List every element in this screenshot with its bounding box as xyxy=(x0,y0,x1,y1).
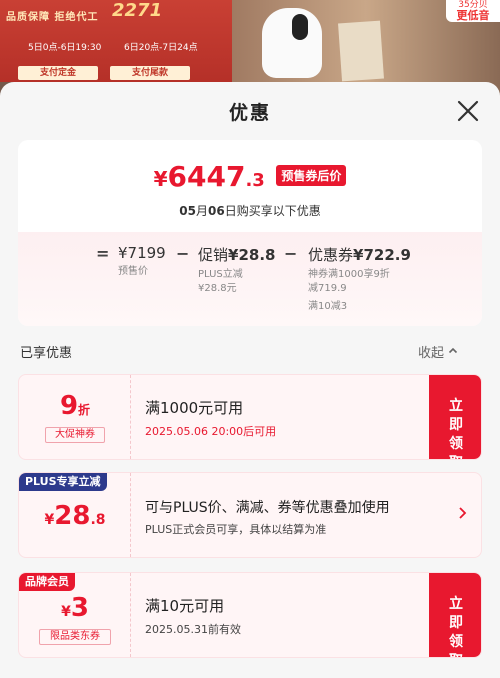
price-decimal: .3 xyxy=(245,170,265,191)
claim-label: 立即领取 xyxy=(449,398,463,459)
plus-amount: 28 xyxy=(54,501,91,531)
coupon-card-plus[interactable]: PLUS专享立减 ¥28.8 可与PLUS价、满减、券等优惠叠加使用 PLUS正… xyxy=(18,472,482,558)
coupon-card-brand: 品牌会员 ¥3 限品类东券 满10元可用 2025.05.31前有效 立即领取 xyxy=(18,572,482,658)
coupon-discount-value: 9 xyxy=(59,391,79,421)
date-suffix: 日购买享以下优惠 xyxy=(224,204,321,218)
price-currency: ¥ xyxy=(153,167,168,191)
balance-time: 6日20点-7日24点 xyxy=(124,43,198,53)
plus-note: PLUS正式会员可享，具体以结算为准 xyxy=(145,523,327,536)
coupon-type-label: 大促神券 xyxy=(45,427,105,443)
coupon-line-1: 神券满1000享9折 xyxy=(308,269,390,280)
coupon-valid-time: 2025.05.06 20:00后可用 xyxy=(145,425,277,438)
pay-deposit-button[interactable]: 支付定金 xyxy=(18,66,98,80)
pay-balance-button[interactable]: 支付尾款 xyxy=(110,66,190,80)
chevron-right-icon[interactable] xyxy=(455,503,471,523)
plus-amount-decimal: .8 xyxy=(90,512,106,528)
coupon-line-3: 满10减3 xyxy=(308,301,348,312)
price-breakdown: = ¥7199 预售价 − 促销¥28.8 PLUS立减 ¥28.8元 − 优惠… xyxy=(18,232,482,326)
chevron-up-icon xyxy=(449,347,458,354)
price-integer: 6447 xyxy=(167,160,246,193)
presale-price-badge: 预售券后价 xyxy=(276,165,347,186)
brand-condition: 满10元可用 xyxy=(145,597,225,615)
collapse-button[interactable]: 收起 xyxy=(418,342,458,361)
purchase-date-line: 05月06日购买享以下优惠 xyxy=(18,202,482,219)
collapse-label: 收起 xyxy=(418,346,445,361)
promo-line-1: PLUS立减 xyxy=(198,269,243,280)
price-summary-card: ¥6447.3 预售券后价 05月06日购买享以下优惠 = ¥7199 预售价 … xyxy=(18,140,482,326)
plus-condition: 可与PLUS价、满减、券等优惠叠加使用 xyxy=(145,500,390,516)
promo-line-2: ¥28.8元 xyxy=(198,283,237,294)
final-price: ¥6447.3 预售券后价 xyxy=(18,160,482,193)
date-month: 05 xyxy=(179,204,196,218)
minus-sign-1: − xyxy=(176,244,190,263)
brand-currency: ¥ xyxy=(61,604,71,620)
snoopy-figure-image xyxy=(262,8,322,78)
coupon-value: ¥722.9 xyxy=(353,246,411,264)
presale-banner: 品质保障 拒绝代工 2271 5日0点-6日19:30 6日20点-7日24点 … xyxy=(0,0,232,82)
promo-title: 促销 xyxy=(198,246,229,264)
coupon-col: 优惠券¥722.9 神券满1000享9折 减719.9 满10减3 xyxy=(308,244,411,314)
minus-sign-2: − xyxy=(284,244,298,263)
base-price-value: ¥7199 xyxy=(118,244,166,262)
promo-col: 促销¥28.8 PLUS立减 ¥28.8元 xyxy=(198,244,275,296)
base-price-col: ¥7199 预售价 xyxy=(118,244,166,279)
coupon-discount: 9折 xyxy=(19,391,131,421)
coupon-line-2: 减719.9 xyxy=(308,283,347,294)
applied-discounts-title: 已享优惠 xyxy=(20,346,73,361)
coupon-left-panel: ¥28.8 xyxy=(19,473,131,557)
claim-label: 立即领取 xyxy=(449,596,463,657)
base-price-label: 预售价 xyxy=(118,266,148,277)
brand-discount: ¥3 xyxy=(19,593,131,623)
close-icon[interactable] xyxy=(455,98,481,124)
claim-brand-coupon-button[interactable]: 立即领取 xyxy=(429,573,481,657)
photo-card-image xyxy=(338,20,384,82)
coupon-card-shenquan: 9折 大促神券 满1000元可用 2025.05.06 20:00后可用 立即领… xyxy=(18,374,482,460)
noise-badge-bottom: 更低音 xyxy=(456,9,490,22)
discount-sheet: 优惠 ¥6447.3 预售券后价 05月06日购买享以下优惠 = ¥7199 预… xyxy=(0,82,500,678)
coupon-discount-unit: 折 xyxy=(78,403,91,417)
brand-amount: 3 xyxy=(70,593,89,623)
plus-currency: ¥ xyxy=(44,512,55,528)
equals-sign: = xyxy=(96,244,110,263)
noise-badge: 35分贝 更低音 xyxy=(446,0,500,22)
brand-coupon-label: 限品类东券 xyxy=(39,629,111,645)
coupon-left-panel: ¥3 限品类东券 xyxy=(19,573,131,657)
coupon-condition: 满1000元可用 xyxy=(145,399,244,417)
brand-valid-time: 2025.05.31前有效 xyxy=(145,623,241,636)
sheet-title: 优惠 xyxy=(228,102,271,124)
promo-value: ¥28.8 xyxy=(228,246,276,264)
date-day: 06 xyxy=(208,204,225,218)
deposit-time: 5日0点-6日19:30 xyxy=(28,43,102,53)
date-month-unit: 月 xyxy=(195,204,208,218)
banner-tag: 品质保障 拒绝代工 xyxy=(6,12,99,23)
banner-number: 2271 xyxy=(112,0,163,21)
coupon-title: 优惠券 xyxy=(308,246,354,264)
claim-coupon-button[interactable]: 立即领取 xyxy=(429,375,481,459)
coupon-left-panel: 9折 大促神券 xyxy=(19,375,131,459)
plus-discount: ¥28.8 xyxy=(19,501,131,531)
